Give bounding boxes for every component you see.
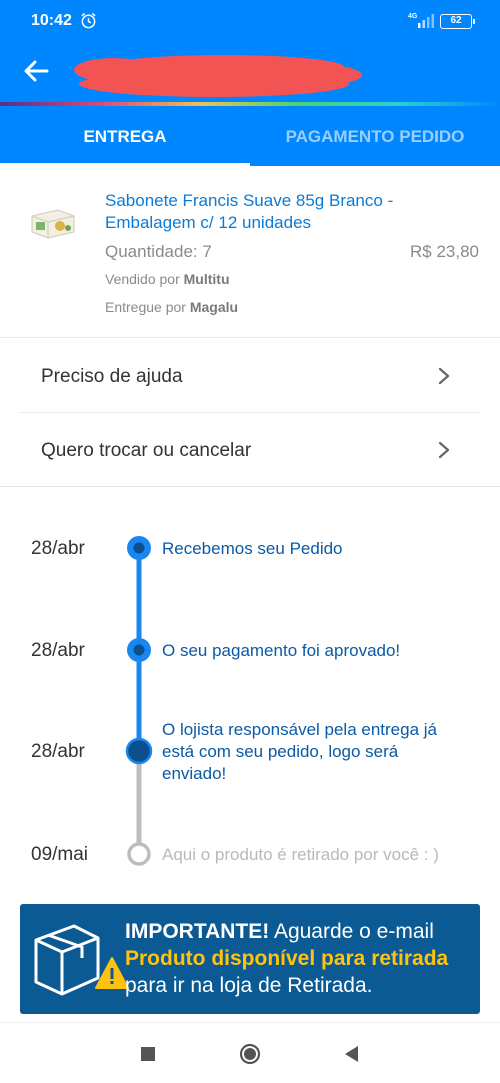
- product-price: R$ 23,80: [410, 242, 479, 261]
- network-type: 4G: [408, 13, 418, 20]
- tab-bar: ENTREGA PAGAMENTO PEDIDO: [0, 106, 500, 166]
- product-delivery: Entregue por Magalu: [105, 299, 238, 315]
- product-image[interactable]: [28, 202, 78, 242]
- delivery-prefix: Entregue por: [105, 299, 186, 315]
- menu-item-exchange-cancel-label: Quero trocar ou cancelar: [41, 440, 252, 461]
- battery-indicator: 62: [440, 14, 475, 29]
- seller-prefix: Vendido por: [105, 271, 180, 287]
- menu-item-exchange-cancel[interactable]: Quero trocar ou cancelar: [20, 413, 480, 487]
- status-bar: 10:42 4G 62: [0, 0, 500, 44]
- timeline-step-text: O seu pagamento foi aprovado!: [162, 641, 401, 660]
- recents-square-icon[interactable]: [137, 1043, 159, 1065]
- product-title[interactable]: Sabonete Francis Suave 85g Branco - Emba…: [105, 190, 485, 234]
- important-banner: IMPORTANTE! Aguarde o e-mail Produto dis…: [20, 904, 480, 1014]
- product-card: Sabonete Francis Suave 85g Branco - Emba…: [0, 166, 500, 338]
- app-bar: 10:42 4G 62: [0, 0, 500, 106]
- arrow-left-icon[interactable]: [22, 58, 50, 84]
- timeline-step-text: O lojista responsável pela entrega já es…: [162, 720, 437, 783]
- menu-item-help[interactable]: Preciso de ajuda: [20, 339, 480, 413]
- seller-name: Multitu: [183, 271, 230, 287]
- menu-item-help-label: Preciso de ajuda: [41, 366, 183, 387]
- signal-icon: [418, 14, 434, 28]
- help-menu: Preciso de ajuda Quero trocar ou cancela…: [0, 339, 500, 487]
- delivery-name: Magalu: [189, 299, 239, 315]
- tab-entrega[interactable]: ENTREGA: [0, 106, 250, 166]
- chevron-right-icon: [438, 367, 450, 385]
- banner-text: IMPORTANTE! Aguarde o e-mail Produto dis…: [125, 918, 475, 999]
- back-triangle-icon[interactable]: [341, 1043, 363, 1065]
- banner-text2: para ir na loja de Retirada.: [125, 974, 373, 997]
- system-nav-bar: [0, 1022, 500, 1083]
- product-seller: Vendido por Multitu: [105, 271, 230, 287]
- redacted-title: [74, 55, 362, 97]
- banner-strong: IMPORTANTE!: [125, 920, 270, 943]
- package-warning-icon: [34, 924, 129, 996]
- tab-pagamento-pedido[interactable]: PAGAMENTO PEDIDO: [250, 106, 500, 166]
- timeline-date: 28/abr: [31, 741, 85, 762]
- timeline-step-text: Aqui o produto é retirado por você : ): [162, 845, 439, 864]
- chevron-right-icon: [438, 441, 450, 459]
- home-circle-icon[interactable]: [239, 1043, 261, 1065]
- timeline-step-text: Recebemos seu Pedido: [162, 539, 343, 558]
- product-quantity: Quantidade: 7: [105, 242, 212, 261]
- alarm-icon: [81, 12, 96, 29]
- timeline-date: 28/abr: [31, 640, 85, 661]
- banner-text1: Aguarde o e-mail: [269, 920, 434, 943]
- section-divider: [0, 486, 500, 487]
- timeline-date: 09/mai: [31, 844, 89, 865]
- status-time: 10:42: [31, 12, 72, 29]
- banner-highlight: Produto disponível para retirada: [125, 947, 449, 970]
- timeline-date: 28/abr: [31, 538, 85, 559]
- order-timeline: 28/abr Recebemos seu Pedido 28/abr O seu…: [0, 488, 500, 898]
